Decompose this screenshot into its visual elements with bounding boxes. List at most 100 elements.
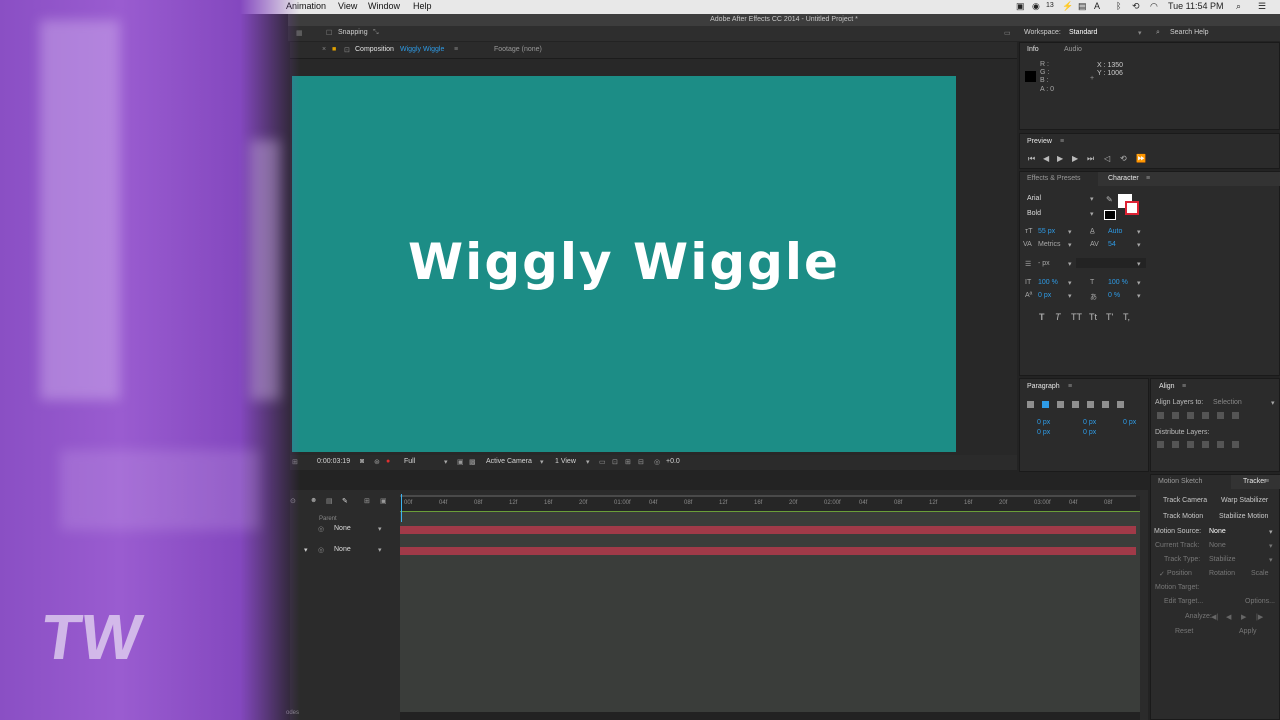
lock-icon[interactable]: ■ [332,46,336,53]
ram-preview-icon[interactable]: ⏩ [1136,154,1146,163]
all-caps-button[interactable]: TT [1071,312,1082,322]
menu-help[interactable]: Help [413,1,432,11]
indent-right-value[interactable]: 0 px [1123,419,1136,426]
rotation-label[interactable]: Rotation [1209,570,1235,577]
track-area[interactable] [400,512,1140,712]
paragraph-title[interactable]: Paragraph [1027,383,1060,390]
audio-icon[interactable]: ◁ [1104,154,1110,163]
stroke-color-swatch[interactable] [1125,201,1139,215]
padlock-icon[interactable]: ⊡ [344,46,350,54]
stroke-style-select[interactable] [1076,258,1146,268]
distribute-h-center-icon[interactable] [1217,441,1224,448]
comp-flow-icon[interactable]: ☻ [310,497,317,504]
snapping-checkbox[interactable]: ☐ [326,29,332,37]
distribute-right-icon[interactable] [1232,441,1239,448]
kerning-dropdown-icon[interactable]: ▾ [1068,241,1072,249]
panel-menu-icon[interactable]: ≡ [1146,175,1150,182]
resolution-select[interactable]: Full [404,458,415,465]
options-button[interactable]: Options... [1245,598,1275,605]
color-channels-icon[interactable]: ● [386,458,390,465]
transparency-icon[interactable]: ▩ [469,458,476,466]
tab-audio[interactable]: Audio [1064,46,1082,53]
leading-dropdown-icon[interactable]: ▾ [1137,228,1141,236]
stabilize-motion-button[interactable]: Stabilize Motion [1219,513,1268,520]
timeline-scrollbar[interactable] [400,712,1140,720]
tracking-dropdown-icon[interactable]: ▾ [1137,241,1141,249]
tab-footage[interactable]: Footage (none) [494,46,542,53]
edit-target-button[interactable]: Edit Target... [1164,598,1203,605]
stroke-style-dropdown-icon[interactable]: ▾ [1137,260,1141,268]
play-icon[interactable]: ▶ [1057,154,1063,163]
timeline-icon[interactable]: ⊞ [625,458,631,466]
channel-icon[interactable]: ⊛ [374,458,380,466]
motion-blur-icon[interactable]: ✎ [342,497,348,505]
align-right-edges-icon[interactable] [1187,412,1194,419]
tab-info[interactable]: Info [1027,46,1039,53]
expand-icon[interactable]: ▾ [304,546,308,554]
sync-icon[interactable]: ⟲ [1132,1,1140,12]
close-icon[interactable]: × [322,46,326,53]
analyze-next-icon[interactable]: |▶ [1256,613,1263,621]
layer-row[interactable]: ◎ None ▾ [290,524,400,535]
wifi-icon[interactable]: ◠ [1150,1,1158,12]
tab-tracker[interactable]: Tracker [1243,478,1266,485]
tracking-value[interactable]: 54 [1108,241,1116,248]
tab-composition-name[interactable]: Wiggly Wiggle [400,46,444,53]
scale-label[interactable]: Scale [1251,570,1269,577]
layer-duration-bar[interactable] [400,547,1136,555]
distribute-left-icon[interactable] [1202,441,1209,448]
parent-select[interactable]: None [334,525,351,532]
vscale-dropdown-icon[interactable]: ▾ [1068,279,1072,287]
align-left-edges-icon[interactable] [1157,412,1164,419]
indent-left-value[interactable]: 0 px [1037,419,1050,426]
list-icon[interactable]: ☰ [1258,1,1266,12]
align-title[interactable]: Align [1159,383,1175,390]
stroke-width-value[interactable]: - px [1038,260,1050,267]
cc-icon[interactable]: ◉ [1032,1,1040,12]
distribute-top-icon[interactable] [1157,441,1164,448]
clock-time[interactable]: Tue 11:54 PM [1168,1,1224,11]
horizontal-scale-value[interactable]: 100 % [1108,279,1128,286]
camera-select[interactable]: Active Camera [486,458,532,465]
next-frame-icon[interactable]: ▶ [1072,154,1078,163]
timecode[interactable]: 0:00:03:19 [317,458,350,465]
workspace-icon[interactable]: ▭ [1004,29,1011,37]
track-motion-button[interactable]: Track Motion [1163,513,1203,520]
bolt-icon[interactable]: ⚡ [1062,1,1073,12]
faux-italic-button[interactable]: T [1055,312,1061,322]
fast-preview-icon[interactable]: ⊡ [612,458,618,466]
layer-duration-bar[interactable] [400,526,1136,534]
align-h-center-icon[interactable] [1172,412,1179,419]
menu-view[interactable]: View [338,1,357,11]
current-track-dropdown-icon[interactable]: ▾ [1269,542,1273,550]
tsume-value[interactable]: 0 % [1108,292,1120,299]
font-family-select[interactable]: Arial [1027,195,1041,202]
font-dropdown-icon[interactable]: ▾ [1090,195,1094,203]
small-caps-button[interactable]: Tt [1089,312,1097,322]
pick-whip-icon[interactable]: ◎ [318,525,324,533]
style-dropdown-icon[interactable]: ▾ [1090,210,1094,218]
current-time-indicator[interactable] [401,494,402,522]
frame-blending-icon[interactable]: ⊞ [364,497,370,505]
font-size-value[interactable]: 55 px [1038,228,1055,235]
analyze-backward-icon[interactable]: ◀ [1226,613,1231,621]
flowchart-icon[interactable]: ⊟ [638,458,644,466]
snap-icon[interactable]: ⤡ [373,29,379,37]
leading-value[interactable]: Auto [1108,228,1122,235]
panel-menu-icon[interactable]: ≡ [454,46,458,53]
first-line-indent-value[interactable]: 0 px [1037,429,1050,436]
toggle-pixel-icon[interactable]: ▭ [599,458,606,466]
exposure-value[interactable]: +0.0 [666,458,680,465]
work-area-bar[interactable] [400,495,1136,497]
parent-dropdown-icon[interactable]: ▾ [378,546,382,554]
space-after-value[interactable]: 0 px [1083,429,1096,436]
menu-window[interactable]: Window [368,1,400,11]
align-right-icon[interactable] [1057,401,1064,408]
panel-menu-icon[interactable]: ≡ [1182,383,1186,390]
distribute-v-center-icon[interactable] [1172,441,1179,448]
panel-menu-icon[interactable]: ≡ [1060,138,1064,145]
tab-motion-sketch[interactable]: Motion Sketch [1158,478,1202,485]
workspace-dropdown-icon[interactable]: ▾ [1138,29,1142,37]
justify-right-icon[interactable] [1102,401,1109,408]
align-top-edges-icon[interactable] [1202,412,1209,419]
